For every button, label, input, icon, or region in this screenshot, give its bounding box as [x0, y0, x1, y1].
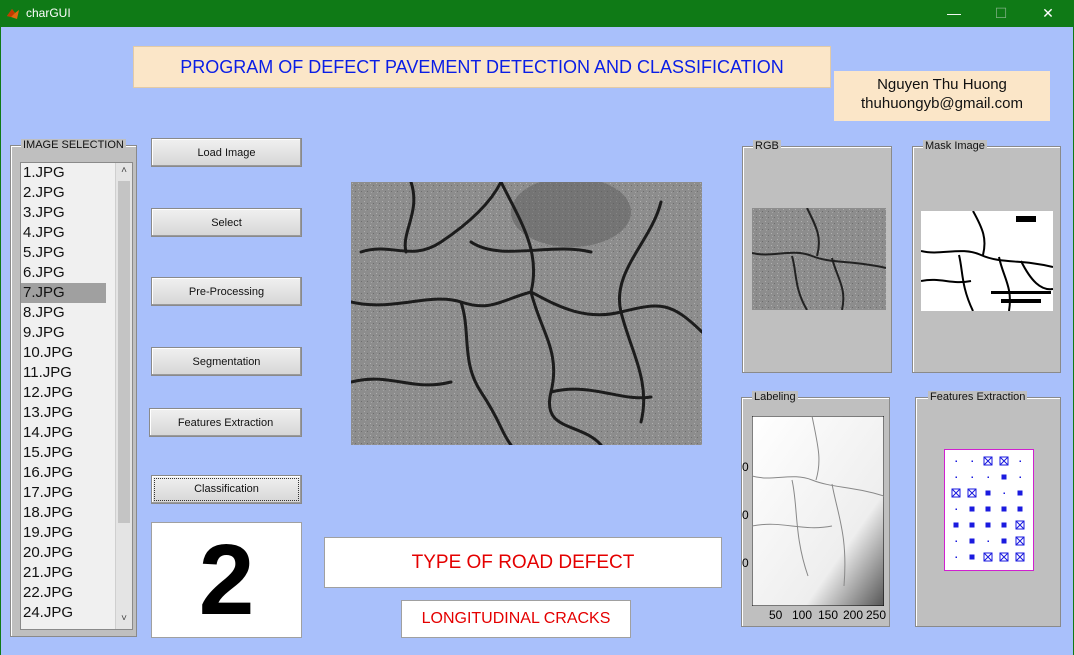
feature-square	[985, 490, 991, 496]
list-item[interactable]: 1.JPG	[21, 163, 106, 183]
list-item[interactable]: 20.JPG	[21, 543, 106, 563]
class-number-display: 2	[151, 522, 302, 638]
scroll-thumb[interactable]	[118, 181, 130, 523]
rgb-thumbnail	[752, 208, 886, 310]
window-title: charGUI	[26, 6, 71, 20]
rgb-panel: RGB	[742, 140, 892, 373]
feature-dot	[971, 476, 973, 478]
list-item[interactable]: 24.JPG	[21, 603, 106, 623]
labeling-ytick-3: 0	[742, 556, 749, 570]
list-item[interactable]: 16.JPG	[21, 463, 106, 483]
feature-dot	[955, 540, 957, 542]
list-item[interactable]: 21.JPG	[21, 563, 106, 583]
feature-dot	[987, 476, 989, 478]
list-item[interactable]: 4.JPG	[21, 223, 106, 243]
feature-dot	[1003, 492, 1005, 494]
maximize-button[interactable]: ☐	[978, 0, 1024, 27]
list-item[interactable]: 10.JPG	[21, 343, 106, 363]
labeling-plot	[752, 416, 884, 606]
list-item[interactable]: 13.JPG	[21, 403, 106, 423]
feature-dot	[955, 508, 957, 510]
list-item[interactable]: 22.JPG	[21, 583, 106, 603]
mask-thumbnail	[921, 211, 1053, 311]
author-name: Nguyen Thu Huong	[877, 76, 1007, 93]
list-item[interactable]: 12.JPG	[21, 383, 106, 403]
feature-square	[1001, 522, 1007, 528]
feature-dot	[955, 556, 957, 558]
segmentation-button[interactable]: Segmentation	[151, 347, 302, 376]
feature-dot	[1019, 460, 1021, 462]
list-item[interactable]: 2.JPG	[21, 183, 106, 203]
labeling-label: Labeling	[752, 391, 798, 403]
image-listbox[interactable]: 1.JPG 2.JPG 3.JPG 4.JPG 5.JPG 6.JPG 7.JPG 8.JPG…	[20, 162, 133, 630]
labeling-panel: Labeling 0 0 0 50 100 150 200 250	[741, 391, 890, 627]
list-item[interactable]: 11.JPG	[21, 363, 106, 383]
mask-image-label: Mask Image	[923, 140, 987, 152]
labeling-xtick-50: 50	[769, 608, 783, 622]
image-selection-label: IMAGE SELECTION	[21, 139, 126, 151]
list-item[interactable]: 5.JPG	[21, 243, 106, 263]
list-item[interactable]: 7.JPG	[21, 283, 106, 303]
feature-dot	[987, 540, 989, 542]
pavement-image	[351, 182, 702, 445]
feature-square	[969, 522, 975, 528]
classification-button[interactable]: Classification	[151, 475, 302, 504]
scroll-down-icon[interactable]: ˅	[118, 613, 130, 625]
list-item[interactable]: 17.JPG	[21, 483, 106, 503]
image-selection-panel: IMAGE SELECTION 1.JPG 2.JPG 3.JPG 4.JPG 5.JP…	[10, 139, 137, 637]
close-button[interactable]: ✕	[1025, 0, 1071, 27]
list-item[interactable]: 3.JPG	[21, 203, 106, 223]
defect-type-value: LONGITUDINAL CRACKS	[401, 600, 631, 638]
list-item[interactable]: 19.JPG	[21, 523, 106, 543]
feature-square	[969, 554, 975, 560]
feature-dot	[971, 460, 973, 462]
feature-square	[985, 506, 991, 512]
defect-type-heading: TYPE OF ROAD DEFECT	[324, 537, 722, 588]
select-button[interactable]: Select	[151, 208, 302, 237]
labeling-xtick-250: 250	[866, 608, 887, 622]
labeling-xtick-150: 150	[818, 608, 839, 622]
feature-square	[1017, 490, 1023, 496]
feature-square	[1017, 506, 1023, 512]
labeling-xtick-100: 100	[792, 608, 813, 622]
features-panel: Features Extraction	[915, 391, 1061, 627]
list-item[interactable]: 18.JPG	[21, 503, 106, 523]
feature-square	[953, 522, 959, 528]
features-extraction-button[interactable]: Features Extraction	[149, 408, 302, 437]
feature-square	[969, 538, 975, 544]
author-box: Nguyen Thu Huong thuhuongyb@gmail.com	[834, 71, 1050, 121]
feature-dot	[955, 476, 957, 478]
scroll-up-icon[interactable]: ˄	[118, 165, 130, 177]
feature-square	[1001, 474, 1007, 480]
labeling-xtick-200: 200	[843, 608, 864, 622]
feature-grid	[944, 449, 1034, 571]
labeling-ytick-2: 0	[742, 508, 749, 522]
list-item[interactable]: 9.JPG	[21, 323, 106, 343]
feature-square	[1001, 538, 1007, 544]
minimize-button[interactable]: —	[931, 0, 977, 27]
matlab-icon	[7, 9, 19, 19]
author-email: thuhuongyb@gmail.com	[861, 95, 1023, 112]
app-window: PROGRAM OF DEFECT PAVEMENT DETECTION AND…	[0, 27, 1074, 655]
pre-processing-button[interactable]: Pre-Processing	[151, 277, 302, 306]
list-item[interactable]: 15.JPG	[21, 443, 106, 463]
feature-square	[985, 522, 991, 528]
list-item[interactable]: 6.JPG	[21, 263, 106, 283]
feature-square	[969, 506, 975, 512]
rgb-label: RGB	[753, 140, 781, 152]
features-extraction-label: Features Extraction	[928, 391, 1028, 403]
mask-panel: Mask Image	[912, 140, 1061, 373]
listbox-scrollbar[interactable]: ˄ ˅	[115, 163, 132, 629]
feature-dot	[955, 460, 957, 462]
labeling-ytick-1: 0	[742, 460, 749, 474]
list-item[interactable]: 8.JPG	[21, 303, 106, 323]
window-titlebar: charGUI — ☐ ✕	[0, 0, 1074, 27]
program-title-banner: PROGRAM OF DEFECT PAVEMENT DETECTION AND…	[133, 46, 831, 88]
feature-dot	[1019, 476, 1021, 478]
feature-square	[1001, 506, 1007, 512]
load-image-button[interactable]: Load Image	[151, 138, 302, 167]
list-item[interactable]: 14.JPG	[21, 423, 106, 443]
